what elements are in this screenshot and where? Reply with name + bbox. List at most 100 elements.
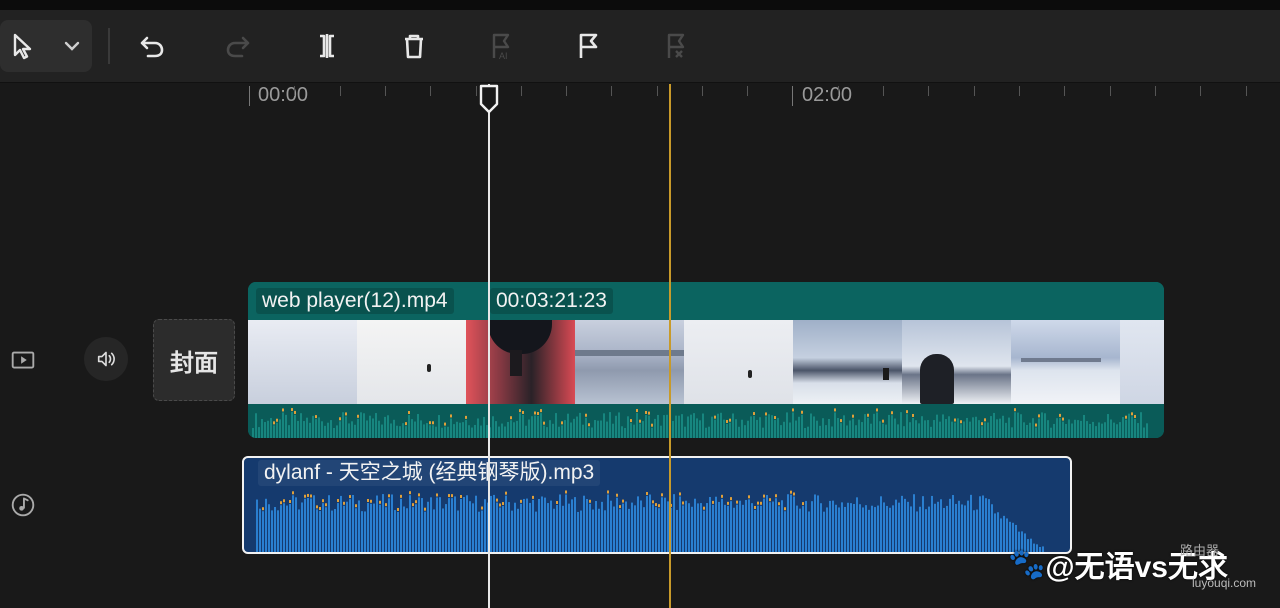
waveform-bar <box>681 414 683 438</box>
track-volume-icon[interactable] <box>84 337 128 381</box>
waveform-peak <box>283 499 285 503</box>
waveform-bar <box>732 413 734 438</box>
waveform-bar <box>513 422 515 438</box>
waveform-bar <box>294 414 296 438</box>
waveform-bar <box>1119 422 1121 438</box>
waveform-bar <box>535 511 537 552</box>
waveform-peak <box>1125 415 1127 419</box>
trash-icon[interactable] <box>392 24 436 68</box>
waveform-bar <box>1065 423 1067 438</box>
waveform-bar <box>267 420 269 438</box>
waveform-peak <box>534 411 536 415</box>
waveform-bar <box>1053 423 1055 438</box>
video-track-icon[interactable] <box>0 337 46 383</box>
waveform-bar <box>582 424 584 438</box>
waveform-bar <box>318 417 320 438</box>
audio-track-icon[interactable] <box>0 482 46 528</box>
horizon-line <box>575 350 684 356</box>
cursor-arrow-icon[interactable] <box>0 24 44 68</box>
video-clip[interactable]: web player(12).mp4 00:03:21:23 <box>248 282 1164 438</box>
waveform-peak <box>415 500 417 504</box>
waveform-bar <box>561 425 563 438</box>
waveform-bar <box>406 508 408 552</box>
waveform-bar <box>1104 422 1106 438</box>
waveform-bar <box>1131 416 1133 438</box>
waveform-bar <box>340 495 342 552</box>
waveform-bar <box>966 417 968 438</box>
waveform-bar <box>543 425 545 438</box>
waveform-bar <box>1026 424 1028 438</box>
waveform-bar <box>426 423 428 438</box>
playhead-handle[interactable] <box>478 84 500 114</box>
waveform-bar <box>993 412 995 438</box>
waveform-bar <box>859 504 861 552</box>
waveform-bar <box>495 421 497 438</box>
video-audio-waveform <box>248 404 1164 438</box>
waveform-bar <box>279 419 281 438</box>
waveform-peak <box>639 419 641 423</box>
waveform-bar <box>906 414 908 438</box>
waveform-bar <box>603 413 605 438</box>
waveform-bar <box>591 427 593 438</box>
waveform-bar <box>616 497 618 552</box>
waveform-peak <box>852 414 854 418</box>
ruler-tick-minor <box>657 86 658 96</box>
waveform-bar <box>496 502 498 552</box>
waveform-bar <box>928 506 930 552</box>
watermark-url: luyouqi.com <box>1192 576 1257 590</box>
waveform-bar <box>1098 422 1100 438</box>
audio-clip[interactable]: dylanf - 天空之城 (经典钢琴版).mp3 <box>242 456 1072 554</box>
figure-silhouette <box>748 370 752 378</box>
waveform-bar <box>700 503 702 552</box>
waveform-bar <box>736 504 738 552</box>
waveform-bar <box>633 424 635 438</box>
waveform-peak <box>451 494 453 498</box>
chevron-down-icon[interactable] <box>50 24 94 68</box>
waveform-bar <box>457 510 459 552</box>
waveform-bar <box>933 420 935 438</box>
waveform-bar <box>399 426 401 438</box>
waveform-bar <box>996 419 998 438</box>
waveform-bar <box>706 503 708 552</box>
flag-icon[interactable] <box>566 24 610 68</box>
waveform-bar <box>519 413 521 438</box>
waveform-bar <box>877 505 879 552</box>
split-icon[interactable] <box>305 24 349 68</box>
waveform-peak <box>315 415 317 419</box>
ruler-tick-minor <box>928 86 929 96</box>
waveform-peak <box>520 499 522 503</box>
waveform-bar <box>364 511 366 552</box>
waveform-bar <box>1005 422 1007 438</box>
waveform-bar <box>694 498 696 552</box>
waveform-bar <box>930 426 932 438</box>
waveform-bar <box>360 412 362 438</box>
waveform-bar <box>792 412 794 438</box>
waveform-bar <box>1134 418 1136 438</box>
waveform-bar <box>753 416 755 438</box>
thumbnail-frame <box>684 320 793 404</box>
waveform-bar <box>370 503 372 552</box>
waveform-peak <box>543 421 545 425</box>
waveform-bar <box>610 500 612 552</box>
ruler-label-start: 00:00 <box>258 84 309 106</box>
waveform-bar <box>451 498 453 552</box>
waveform-bar <box>856 497 858 552</box>
waveform-bar <box>1083 414 1085 438</box>
waveform-bar <box>346 501 348 552</box>
waveform-bar <box>304 498 306 552</box>
waveform-bar <box>1044 413 1046 438</box>
timeline-marker[interactable] <box>669 84 671 608</box>
waveform-peak <box>793 492 795 496</box>
waveform-bar <box>624 427 626 438</box>
waveform-bar <box>696 418 698 438</box>
waveform-bar <box>967 500 969 552</box>
waveform-peak <box>367 499 369 503</box>
waveform-bar <box>858 419 860 438</box>
playhead[interactable] <box>488 84 490 608</box>
waveform-bar <box>450 418 452 438</box>
waveform-bar <box>316 509 318 552</box>
undo-icon[interactable] <box>130 24 174 68</box>
waveform-bar <box>910 506 912 552</box>
cover-button[interactable]: 封面 <box>153 319 235 401</box>
waveform-bar <box>889 507 891 552</box>
